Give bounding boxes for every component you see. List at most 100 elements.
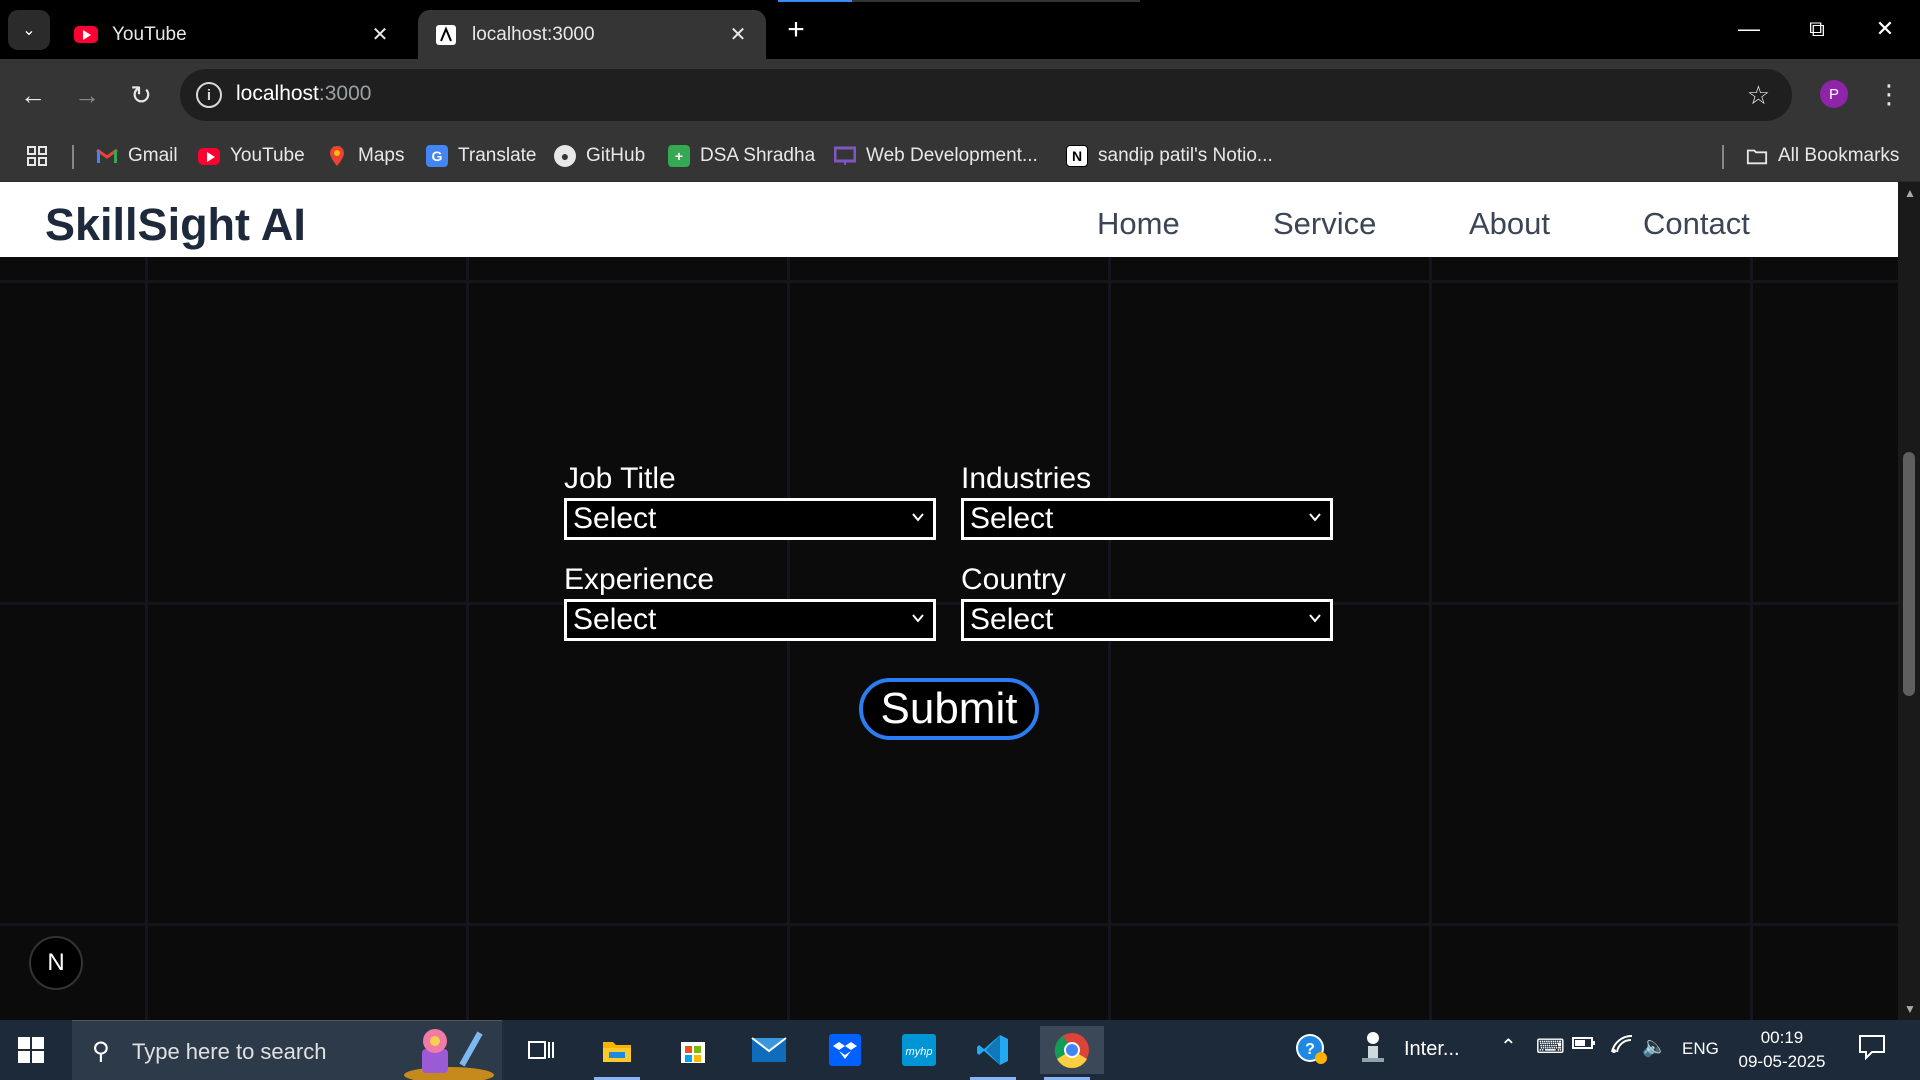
all-bookmarks-button[interactable]: All Bookmarks (1746, 139, 1899, 173)
industries-label: Industries (961, 462, 1092, 495)
restore-icon: ⧉ (1809, 16, 1825, 41)
clock-date: 09-05-2025 (1738, 1052, 1826, 1071)
notion-icon: N (1066, 145, 1088, 167)
show-hidden-icons-icon[interactable]: ⌃ (1500, 1034, 1517, 1059)
background-grid-line (0, 602, 1898, 605)
battery-icon[interactable] (1572, 1034, 1596, 1057)
close-icon[interactable]: ✕ (726, 23, 750, 47)
microsoft-store-icon[interactable] (666, 1026, 720, 1074)
tray-app-label[interactable]: Inter... (1404, 1038, 1460, 1061)
meet-now-icon[interactable]: ⌨ (1536, 1034, 1565, 1059)
help-icon[interactable]: ? (1294, 1032, 1328, 1072)
bookmark-dsa-shradha[interactable]: + DSA Shradha (668, 139, 815, 173)
tab-title: YouTube (112, 23, 187, 45)
address-url[interactable]: localhost:3000 (236, 82, 371, 106)
dropbox-icon[interactable] (818, 1026, 872, 1074)
bookmark-maps[interactable]: Maps (326, 139, 404, 173)
windows-start-icon[interactable] (18, 1037, 44, 1063)
network-activity-icon[interactable] (1358, 1030, 1388, 1070)
volume-icon[interactable]: 🔈 (1642, 1034, 1667, 1059)
page-viewport: SkillSight AI Home Service About Contact… (0, 182, 1898, 1020)
sheets-icon: + (668, 145, 690, 167)
background-grid-line (145, 182, 148, 1020)
bookmark-separator (72, 145, 74, 169)
scrollbar-thumb[interactable] (1903, 452, 1915, 696)
wifi-icon[interactable] (1610, 1034, 1634, 1060)
chrome-icon[interactable] (1040, 1026, 1104, 1080)
scroll-down-icon[interactable]: ▼ (1904, 1002, 1916, 1016)
tab-title: localhost:3000 (472, 23, 595, 45)
page-scrollbar[interactable]: ▲ ▼ (1898, 182, 1920, 1020)
site-brand[interactable]: SkillSight AI (45, 199, 306, 251)
address-bar[interactable]: i localhost:3000 ☆ (180, 69, 1792, 121)
bookmark-web-development[interactable]: Web Development... (834, 139, 1038, 173)
nav-link-about[interactable]: About (1469, 206, 1550, 242)
minimize-icon: — (1738, 16, 1760, 41)
job-title-label: Job Title (564, 462, 676, 495)
chevron-down-icon (1309, 513, 1321, 522)
youtube-icon (198, 145, 220, 167)
browser-menu-icon[interactable]: ⋮ (1876, 77, 1902, 111)
minimize-button[interactable]: — (1724, 10, 1774, 48)
nav-link-contact[interactable]: Contact (1643, 206, 1750, 242)
folder-icon (1746, 145, 1768, 167)
tab-search-button[interactable]: ⌄ (8, 10, 50, 50)
background-grid-line (1750, 182, 1753, 1020)
browser-tab-strip: ⌄ YouTube ✕ localhost:3000 ✕ + — ⧉ ✕ (0, 0, 1920, 59)
nav-link-home[interactable]: Home (1097, 206, 1180, 242)
background-grid-line (466, 182, 469, 1020)
bookmarks-bar: Gmail YouTube Maps G Translate ● GitHub … (0, 131, 1920, 182)
job-title-select[interactable]: Select (564, 498, 936, 540)
nav-link-service[interactable]: Service (1273, 206, 1376, 242)
bookmark-github[interactable]: ● GitHub (554, 139, 645, 173)
experience-select[interactable]: Select (564, 599, 936, 641)
language-indicator[interactable]: ENG (1682, 1039, 1719, 1059)
bookmark-separator (1722, 145, 1724, 169)
close-icon: ✕ (1875, 16, 1895, 41)
clock-time: 00:19 (1760, 1028, 1804, 1047)
svg-text:myhp: myhp (906, 1046, 933, 1058)
nextjs-dev-indicator[interactable]: N (29, 936, 83, 990)
country-select[interactable]: Select (961, 599, 1333, 641)
myhp-icon[interactable]: myhp (892, 1026, 946, 1074)
youtube-icon (74, 23, 98, 47)
plus-icon: + (787, 13, 805, 46)
new-tab-button[interactable]: + (780, 13, 812, 46)
scroll-up-icon[interactable]: ▲ (1904, 186, 1916, 200)
notifications-icon[interactable] (1858, 1034, 1886, 1066)
bookmark-youtube[interactable]: YouTube (198, 139, 305, 173)
github-icon: ● (554, 145, 576, 167)
search-highlight-icon (404, 1029, 494, 1080)
profile-avatar[interactable]: P (1820, 80, 1848, 108)
taskbar-clock[interactable]: 00:19 09-05-2025 (1736, 1026, 1828, 1074)
translate-icon: G (426, 145, 448, 167)
reload-button[interactable]: ↻ (122, 76, 160, 114)
chevron-down-icon (1309, 614, 1321, 623)
chevron-down-icon: ⌄ (22, 22, 36, 39)
restore-button[interactable]: ⧉ (1792, 10, 1842, 48)
back-button[interactable]: ← (14, 76, 52, 114)
industries-select[interactable]: Select (961, 498, 1333, 540)
windows-taskbar: ⚲ Type here to search myhp ? Inter... ⌃ … (0, 1020, 1920, 1080)
page-favicon-icon (434, 23, 458, 47)
close-icon[interactable]: ✕ (368, 23, 392, 47)
vscode-icon[interactable] (966, 1026, 1020, 1080)
bookmark-translate[interactable]: G Translate (426, 139, 537, 173)
close-window-button[interactable]: ✕ (1860, 10, 1910, 48)
arrow-left-icon: ← (20, 79, 46, 110)
submit-button[interactable]: Submit (859, 678, 1039, 740)
mail-icon[interactable] (742, 1026, 796, 1074)
tab-localhost[interactable]: localhost:3000 ✕ (418, 10, 766, 59)
taskbar-search-box[interactable]: ⚲ Type here to search (72, 1020, 502, 1080)
bookmark-gmail[interactable]: Gmail (96, 139, 178, 173)
tab-youtube[interactable]: YouTube ✕ (58, 10, 408, 59)
site-info-icon[interactable]: i (196, 82, 222, 108)
task-view-icon[interactable] (514, 1026, 568, 1074)
apps-grid-icon[interactable] (26, 139, 48, 173)
forward-button[interactable]: → (68, 76, 106, 114)
site-navbar: SkillSight AI Home Service About Contact (0, 182, 1898, 257)
bookmark-star-icon[interactable]: ☆ (1747, 80, 1770, 111)
tab-loading-indicator (778, 0, 1140, 2)
bookmark-notion[interactable]: N sandip patil's Notio... (1066, 139, 1273, 173)
file-explorer-icon[interactable] (590, 1026, 644, 1080)
